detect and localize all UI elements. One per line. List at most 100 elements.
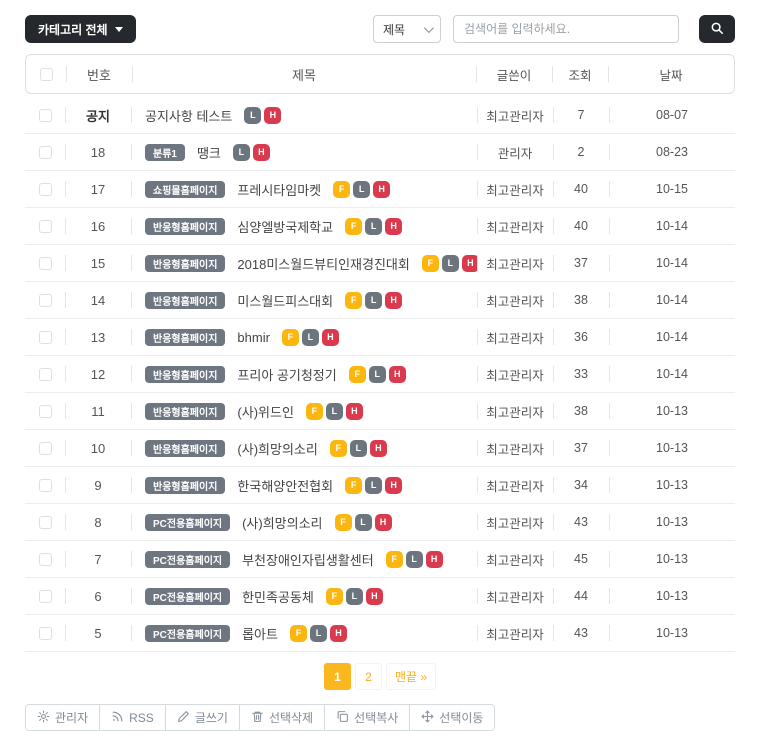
row-author: 관리자	[477, 134, 553, 170]
row-date: 10-13	[609, 504, 735, 540]
copy-selected-label: 선택복사	[354, 711, 399, 725]
h-flag-badge: H	[264, 106, 282, 124]
row-checkbox[interactable]	[38, 182, 52, 196]
row-date: 08-07	[609, 97, 735, 133]
row-checkbox[interactable]	[38, 293, 52, 307]
f-flag-badge: F	[289, 624, 307, 642]
row-checkbox[interactable]	[38, 552, 52, 566]
row-number: 16	[65, 208, 131, 244]
row-title[interactable]: (사)희망의소리	[242, 513, 322, 532]
admin-button[interactable]: 관리자	[26, 705, 100, 730]
row-title-cell: 반응형홈페이지 프리아 공기청정기 FLH	[131, 356, 477, 392]
h-flag-badge: H	[425, 550, 443, 568]
h-flag-badge: H	[329, 624, 347, 642]
row-date: 10-13	[609, 541, 735, 577]
row-title-cell: 쇼핑몰홈페이지 프레시타임마켓 FLH	[131, 171, 477, 207]
category-badge: PC전용홈페이지	[145, 624, 231, 642]
row-title[interactable]: 공지사항 테스트	[145, 106, 232, 125]
row-checkbox[interactable]	[38, 626, 52, 640]
write-button[interactable]: 글쓰기	[164, 705, 239, 730]
row-author: 최고관리자	[477, 578, 553, 614]
row-author: 최고관리자	[477, 541, 553, 577]
row-title[interactable]: 프레시타임마켓	[237, 180, 321, 199]
h-flag-badge: H	[385, 217, 403, 235]
row-date: 10-14	[609, 245, 735, 281]
row-checkbox[interactable]	[38, 219, 52, 233]
row-number: 14	[65, 282, 131, 318]
category-badge: PC전용홈페이지	[145, 550, 231, 568]
row-number: 18	[65, 134, 131, 170]
row-author: 최고관리자	[477, 615, 553, 651]
category-badge: 반응형홈페이지	[145, 217, 226, 235]
row-title[interactable]: 한민족공동체	[242, 587, 314, 606]
row-date: 10-13	[609, 467, 735, 503]
search-button[interactable]	[699, 15, 735, 43]
category-badge: 반응형홈페이지	[145, 439, 226, 457]
rss-button[interactable]: RSS	[99, 705, 165, 730]
row-checkbox[interactable]	[38, 589, 52, 603]
row-title-cell: 분류1 땡크 LH	[131, 134, 477, 170]
row-title[interactable]: 땡크	[197, 143, 221, 162]
gear-icon	[37, 710, 50, 726]
row-checkbox[interactable]	[38, 515, 52, 529]
row-title[interactable]: 미스월드피스대회	[237, 291, 333, 310]
search-input[interactable]	[453, 15, 679, 43]
row-title-cell: 반응형홈페이지 2018미스월드뷰티인재경진대회 FLH	[131, 245, 477, 281]
row-checkbox-cell	[25, 467, 65, 503]
row-title[interactable]: 2018미스월드뷰티인재경진대회	[237, 254, 409, 273]
row-checkbox-cell	[25, 97, 65, 133]
row-flag-badges: FLH	[305, 402, 363, 420]
row-title[interactable]: (사)위드인	[237, 402, 294, 421]
f-flag-badge: F	[281, 328, 299, 346]
row-checkbox[interactable]	[38, 330, 52, 344]
row-flag-badges: FLH	[421, 254, 477, 272]
row-checkbox[interactable]	[38, 145, 52, 159]
row-number: 9	[65, 467, 131, 503]
row-checkbox[interactable]	[38, 367, 52, 381]
admin-button-label: 관리자	[55, 711, 89, 725]
page-button-1[interactable]: 1	[323, 663, 351, 690]
row-date: 10-13	[609, 430, 735, 466]
row-checkbox-cell	[25, 319, 65, 355]
delete-selected-button[interactable]: 선택삭제	[238, 705, 325, 730]
page-button-2[interactable]: 2	[354, 663, 382, 690]
row-date: 10-13	[609, 393, 735, 429]
copy-selected-button[interactable]: 선택복사	[324, 705, 410, 730]
select-all-checkbox[interactable]	[39, 67, 53, 81]
row-checkbox-cell	[25, 541, 65, 577]
row-checkbox[interactable]	[38, 404, 52, 418]
row-flag-badges: FLH	[345, 476, 403, 494]
row-title[interactable]: 심양엘방국제학교	[237, 217, 333, 236]
row-checkbox[interactable]	[38, 478, 52, 492]
search-field-select[interactable]: 제목	[373, 15, 441, 43]
row-title[interactable]: 프리아 공기청정기	[237, 365, 336, 384]
category-badge: PC전용홈페이지	[145, 587, 231, 605]
row-title-cell: 반응형홈페이지 (사)희망의소리 FLH	[131, 430, 477, 466]
row-author: 최고관리자	[477, 319, 553, 355]
h-flag-badge: H	[252, 143, 270, 161]
page-button-last[interactable]: 맨끝 »	[385, 663, 437, 690]
row-title[interactable]: 롭아트	[242, 624, 278, 643]
row-views: 7	[553, 97, 609, 133]
row-title[interactable]: (사)희망의소리	[237, 439, 317, 458]
row-flag-badges: FLH	[348, 365, 406, 383]
row-checkbox[interactable]	[38, 441, 52, 455]
row-flag-badges: FLH	[334, 513, 392, 531]
row-title[interactable]: 한국해양안전협회	[237, 476, 333, 495]
table-row: 17 쇼핑몰홈페이지 프레시타임마켓 FLH 최고관리자 40 10-15	[25, 171, 735, 208]
table-row: 9 반응형홈페이지 한국해양안전협회 FLH 최고관리자 34 10-13	[25, 467, 735, 504]
row-author: 최고관리자	[477, 430, 553, 466]
row-checkbox[interactable]	[38, 108, 52, 122]
l-flag-badge: L	[301, 328, 319, 346]
row-date: 10-14	[609, 319, 735, 355]
row-title[interactable]: 부천장애인자립생활센터	[242, 550, 374, 569]
row-number: 5	[65, 615, 131, 651]
category-badge: 반응형홈페이지	[145, 254, 226, 272]
move-selected-button[interactable]: 선택이동	[409, 705, 495, 730]
row-title[interactable]: bhmir	[237, 330, 270, 345]
table-row: 공지 공지사항 테스트 LH 최고관리자 7 08-07	[25, 97, 735, 134]
category-dropdown-button[interactable]: 카테고리 전체	[25, 15, 136, 43]
row-flag-badges: FLH	[385, 550, 443, 568]
h-flag-badge: H	[373, 180, 391, 198]
row-checkbox[interactable]	[38, 256, 52, 270]
